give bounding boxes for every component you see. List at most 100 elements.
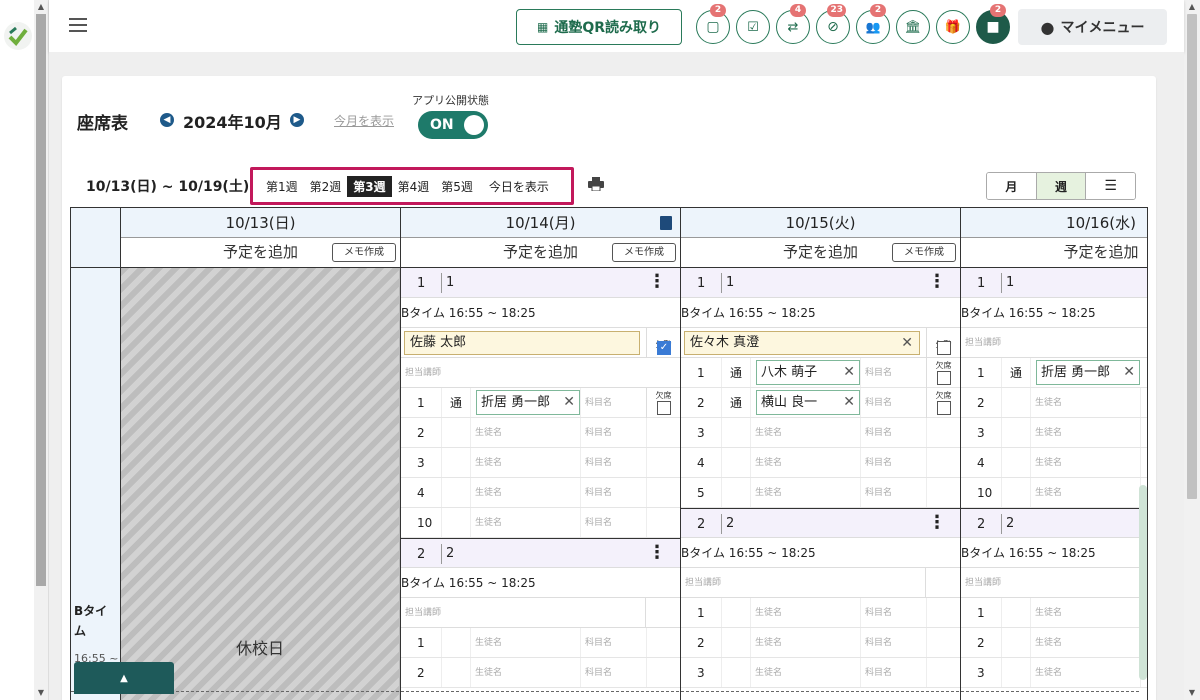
- day-column: 10/13(日) 予定を追加 メモ作成 休校日: [121, 208, 401, 700]
- add-schedule-row[interactable]: 予定を追加 メモ作成: [681, 238, 960, 268]
- view-toggle: 月 週 ☰: [986, 172, 1136, 200]
- week-3-button[interactable]: 第3週: [347, 175, 392, 197]
- student-row: 2 生徒名: [961, 628, 1147, 658]
- remove-icon[interactable]: ✕: [843, 391, 855, 414]
- absent-checkbox[interactable]: [937, 401, 951, 415]
- show-this-month-link[interactable]: 今月を表示: [334, 112, 394, 129]
- student-chip[interactable]: 八木 萌子 ✕: [756, 360, 860, 385]
- month-view-button[interactable]: 月: [987, 173, 1037, 199]
- create-memo-button[interactable]: メモ作成: [892, 243, 956, 262]
- student-row: 1 生徒名 科目名: [681, 598, 960, 628]
- account-icon: ●: [1040, 17, 1055, 37]
- publish-toggle-group: アプリ公開状態 ON: [412, 92, 489, 139]
- inner-scroll-thumb[interactable]: [1139, 485, 1147, 680]
- more-vert-icon[interactable]: ⋮: [928, 273, 946, 291]
- top-bar: ▦ 通塾QR読み取り ▢ 2 ☑ ⇄ 4 ⊘ 23 👥 2 🏛 🎁 ■ 2 ● マイメニュ…: [49, 0, 1184, 52]
- more-vert-icon[interactable]: ⋮: [648, 273, 666, 291]
- teacher-placeholder-row[interactable]: 担当講師: [961, 328, 1147, 358]
- absent-checkbox[interactable]: [657, 401, 671, 415]
- left-scrollbar[interactable]: ▲ ▼: [34, 0, 49, 700]
- absent-column: 欠席: [646, 388, 680, 418]
- document-icon[interactable]: [660, 216, 672, 230]
- student-row: 1 通折居 勇一郎 ✕: [961, 358, 1147, 388]
- checklist-icon[interactable]: ☑: [736, 10, 770, 44]
- hamburger-menu-icon[interactable]: [69, 18, 87, 32]
- seat-header: 1 1 ⋮: [401, 268, 680, 298]
- student-row: 10 生徒名: [961, 478, 1147, 508]
- teacher-placeholder-row[interactable]: 担当講師: [401, 358, 680, 388]
- scroll-down-arrow-icon[interactable]: ▼: [35, 688, 47, 697]
- day-header: 10/14(月): [401, 208, 680, 238]
- holiday-label: 休校日: [235, 639, 284, 658]
- chat-icon[interactable]: ▢ 2: [696, 4, 730, 44]
- student-chip[interactable]: 折居 勇一郎 ✕: [1036, 360, 1140, 385]
- more-vert-icon[interactable]: ⋮: [928, 514, 946, 532]
- student-chip[interactable]: 折居 勇一郎 ✕: [476, 390, 580, 415]
- prev-month-icon[interactable]: ◀: [160, 113, 174, 127]
- bank-icon[interactable]: 🏛: [896, 10, 930, 44]
- scroll-up-arrow-icon[interactable]: ▲: [35, 2, 47, 11]
- absent-checkbox[interactable]: ✓: [657, 341, 671, 355]
- publish-label: アプリ公開状態: [412, 94, 489, 107]
- absent-checkbox[interactable]: [937, 341, 951, 355]
- my-menu-button[interactable]: ● マイメニュー: [1018, 9, 1167, 45]
- create-memo-button[interactable]: メモ作成: [332, 243, 396, 262]
- time-slot: Bタイム 16:55 ~ 18:25: [961, 298, 1147, 328]
- print-icon[interactable]: [588, 177, 604, 191]
- gift-icon[interactable]: 🎁: [936, 10, 970, 44]
- student-row: 1 通折居 勇一郎 ✕ 科目名 欠席: [401, 388, 680, 418]
- holiday-area: 休校日: [121, 268, 400, 700]
- student-row: 3 生徒名 科目名: [401, 448, 680, 478]
- next-month-icon[interactable]: ▶: [290, 113, 304, 127]
- student-row: 4 生徒名 科目名: [401, 478, 680, 508]
- seat-header: 11: [961, 268, 1147, 298]
- left-rail: [0, 0, 34, 700]
- student-row: 4 生徒名 科目名: [681, 448, 960, 478]
- week-2-button[interactable]: 第2週: [304, 176, 348, 197]
- swap-icon[interactable]: ⇄ 4: [776, 4, 810, 44]
- day-header: 10/15(火): [681, 208, 960, 238]
- teacher-placeholder-row[interactable]: 担当講師: [961, 568, 1147, 598]
- right-scrollbar[interactable]: ▲ ▼: [1184, 0, 1200, 700]
- publish-toggle[interactable]: ON: [418, 111, 488, 139]
- teacher-row: 佐々木 真澄✕ 欠勤: [681, 328, 960, 358]
- scroll-thumb[interactable]: [36, 14, 46, 586]
- add-schedule-row[interactable]: 予定を追加 メモ作成: [401, 238, 680, 268]
- message-icon[interactable]: ■ 2: [976, 4, 1010, 44]
- show-today-button[interactable]: 今日を表示: [483, 176, 555, 197]
- remove-icon[interactable]: ✕: [1123, 361, 1135, 384]
- scroll-up-arrow-icon[interactable]: ▲: [1186, 2, 1198, 11]
- scroll-down-arrow-icon[interactable]: ▼: [1186, 688, 1198, 697]
- student-row: 3 生徒名 科目名: [681, 658, 960, 688]
- absent-checkbox[interactable]: [937, 371, 951, 385]
- remove-icon[interactable]: ✕: [901, 332, 913, 354]
- week-5-button[interactable]: 第5週: [435, 176, 479, 197]
- week-view-button[interactable]: 週: [1036, 173, 1087, 199]
- student-row: 2 通横山 良一 ✕ 科目名 欠席: [681, 388, 960, 418]
- create-memo-button[interactable]: メモ作成: [612, 243, 676, 262]
- scroll-thumb[interactable]: [1187, 14, 1197, 499]
- teacher-chip[interactable]: 佐藤 太郎: [404, 331, 640, 355]
- remove-icon[interactable]: ✕: [843, 361, 855, 384]
- scroll-to-top-button[interactable]: ▲: [74, 662, 174, 694]
- teacher-placeholder-row[interactable]: 担当講師: [681, 568, 960, 598]
- student-row: 3 生徒名: [961, 418, 1147, 448]
- teacher-chip[interactable]: 佐々木 真澄 ✕: [684, 331, 920, 355]
- add-schedule-row[interactable]: 予定を追加 メモ作成: [121, 238, 400, 268]
- divider: [71, 691, 1139, 692]
- week-4-button[interactable]: 第4週: [392, 176, 436, 197]
- week-1-button[interactable]: 第1週: [260, 176, 304, 197]
- more-vert-icon[interactable]: ⋮: [648, 544, 666, 562]
- page-title: 座席表: [77, 114, 128, 134]
- group-icon[interactable]: 👥 2: [856, 4, 890, 44]
- list-view-button[interactable]: ☰: [1086, 173, 1135, 199]
- chevron-up-icon: ▲: [120, 672, 128, 684]
- remove-icon[interactable]: ✕: [563, 391, 575, 414]
- logo-icon: [8, 26, 28, 47]
- student-chip[interactable]: 横山 良一 ✕: [756, 390, 860, 415]
- qr-scan-button[interactable]: ▦ 通塾QR読み取り: [516, 9, 682, 45]
- teacher-placeholder-row[interactable]: 担当講師: [401, 598, 680, 628]
- no-entry-icon[interactable]: ⊘ 23: [816, 4, 850, 44]
- add-schedule-row[interactable]: 予定を追加: [961, 238, 1147, 268]
- app-logo[interactable]: [4, 22, 32, 50]
